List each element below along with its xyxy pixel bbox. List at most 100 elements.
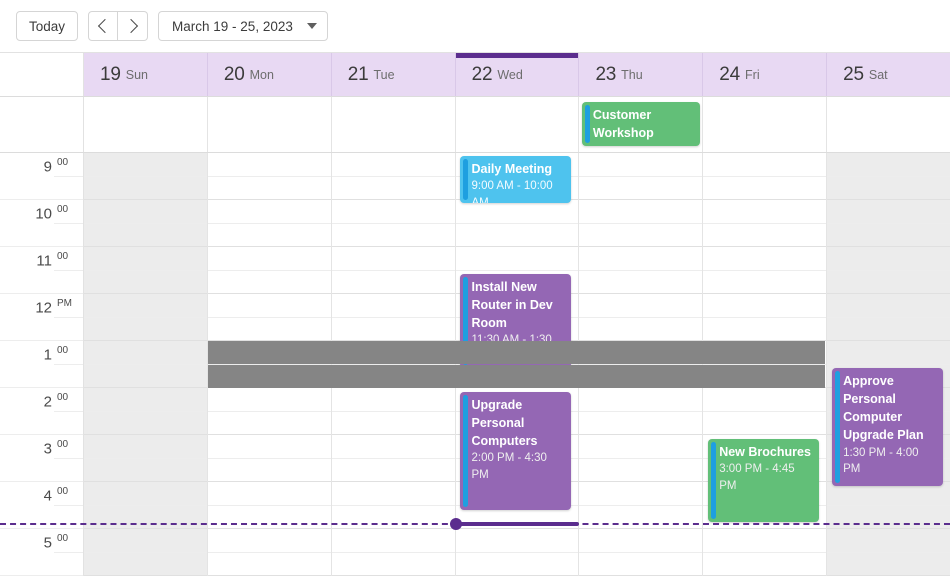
all-day-event[interactable]: Customer Workshop (581, 102, 700, 146)
previous-week-button[interactable] (88, 11, 119, 41)
time-slot[interactable] (579, 506, 703, 529)
time-slot[interactable] (455, 365, 579, 388)
time-slot[interactable] (331, 318, 455, 341)
time-slot[interactable] (827, 294, 950, 318)
time-slot[interactable] (331, 482, 455, 506)
time-slot[interactable] (703, 177, 827, 200)
time-slot[interactable] (579, 247, 703, 271)
time-slot[interactable] (455, 224, 579, 247)
date-range-dropdown[interactable]: March 19 - 25, 2023 (158, 11, 328, 41)
time-slot[interactable] (827, 224, 950, 247)
time-slot[interactable] (84, 388, 207, 412)
time-slot[interactable] (827, 247, 950, 271)
time-slot[interactable] (207, 459, 331, 482)
calendar-event[interactable]: Daily Meeting 9:00 AM - 10:00 AM (460, 156, 572, 203)
time-slot[interactable] (331, 224, 455, 247)
time-slot[interactable] (579, 435, 703, 459)
time-slot[interactable] (207, 341, 331, 365)
time-slot[interactable] (579, 553, 703, 576)
time-slot[interactable] (207, 224, 331, 247)
time-slot[interactable] (827, 177, 950, 200)
time-slot[interactable] (455, 529, 579, 553)
time-slot[interactable] (579, 271, 703, 294)
time-slot[interactable] (703, 341, 827, 365)
time-slot[interactable] (579, 529, 703, 553)
time-slot[interactable] (455, 553, 579, 576)
time-slot[interactable] (331, 200, 455, 224)
time-slot[interactable] (207, 435, 331, 459)
time-slot[interactable] (579, 318, 703, 341)
time-slot[interactable] (703, 271, 827, 294)
time-slot[interactable] (579, 294, 703, 318)
time-slot[interactable] (579, 224, 703, 247)
time-slot[interactable] (331, 177, 455, 200)
day-column-wed[interactable]: Daily Meeting 9:00 AM - 10:00 AM Install N… (455, 153, 580, 576)
time-slot[interactable] (331, 459, 455, 482)
calendar-event[interactable]: Upgrade Personal Computers 2:00 PM - 4:30… (460, 392, 572, 510)
time-slot[interactable] (703, 318, 827, 341)
day-header-sun[interactable]: 19 Sun (84, 53, 208, 96)
time-slot[interactable] (207, 318, 331, 341)
time-slot[interactable] (207, 553, 331, 576)
all-day-cell-fri[interactable] (703, 97, 828, 152)
all-day-cell-wed[interactable] (456, 97, 580, 152)
all-day-cell-mon[interactable] (208, 97, 332, 152)
day-header-fri[interactable]: 24 Fri (703, 53, 828, 96)
time-slot[interactable] (703, 224, 827, 247)
time-slot[interactable] (827, 153, 950, 177)
all-day-cell-sat[interactable] (827, 97, 950, 152)
time-slot[interactable] (331, 271, 455, 294)
time-slot[interactable] (207, 482, 331, 506)
time-slot[interactable] (579, 153, 703, 177)
time-slot[interactable] (579, 412, 703, 435)
time-slot[interactable] (827, 200, 950, 224)
time-slot[interactable] (579, 482, 703, 506)
day-column-fri[interactable]: New Brochures 3:00 PM - 4:45 PM (703, 153, 828, 576)
day-column-sat[interactable]: Approve Personal Computer Upgrade Plan 1:… (827, 153, 950, 576)
time-slot[interactable] (207, 247, 331, 271)
time-slot[interactable] (84, 482, 207, 506)
time-slot[interactable] (331, 506, 455, 529)
time-slot[interactable] (827, 529, 950, 553)
time-slot[interactable] (207, 153, 331, 177)
time-slot[interactable] (331, 294, 455, 318)
time-slot[interactable] (84, 200, 207, 224)
time-slot[interactable] (703, 200, 827, 224)
day-column-thu[interactable] (579, 153, 704, 576)
time-slot[interactable] (84, 271, 207, 294)
day-column-mon[interactable] (207, 153, 332, 576)
time-slot[interactable] (703, 247, 827, 271)
time-slot[interactable] (331, 365, 455, 388)
time-slot[interactable] (703, 294, 827, 318)
time-slot[interactable] (84, 177, 207, 200)
time-slot[interactable] (84, 224, 207, 247)
time-slot[interactable] (331, 529, 455, 553)
time-slot[interactable] (84, 153, 207, 177)
time-slot[interactable] (827, 553, 950, 576)
time-grid-scroll-area[interactable]: 9 00 10 00 11 00 12 PM 1 00 2 00 3 00 4 00 5 00 Daily Mee… (0, 153, 950, 587)
time-slot[interactable] (827, 318, 950, 341)
time-slot[interactable] (84, 435, 207, 459)
time-slot[interactable] (331, 247, 455, 271)
time-slot[interactable] (579, 365, 703, 388)
calendar-event[interactable]: Install New Router in Dev Room 11:30 AM -… (460, 274, 572, 368)
time-slot[interactable] (331, 153, 455, 177)
time-slot[interactable] (84, 412, 207, 435)
time-slot[interactable] (207, 177, 331, 200)
time-slot[interactable] (207, 271, 331, 294)
time-slot[interactable] (207, 529, 331, 553)
time-slot[interactable] (84, 341, 207, 365)
time-slot[interactable] (331, 412, 455, 435)
today-button[interactable]: Today (16, 11, 79, 41)
day-header-sat[interactable]: 25 Sat (827, 53, 950, 96)
time-slot[interactable] (84, 506, 207, 529)
time-slot[interactable] (207, 388, 331, 412)
time-slot[interactable] (207, 200, 331, 224)
time-slot[interactable] (207, 506, 331, 529)
time-slot[interactable] (84, 318, 207, 341)
all-day-cell-tue[interactable] (332, 97, 456, 152)
time-slot[interactable] (84, 247, 207, 271)
next-week-button[interactable] (118, 11, 149, 41)
time-slot[interactable] (703, 365, 827, 388)
time-slot[interactable] (331, 435, 455, 459)
